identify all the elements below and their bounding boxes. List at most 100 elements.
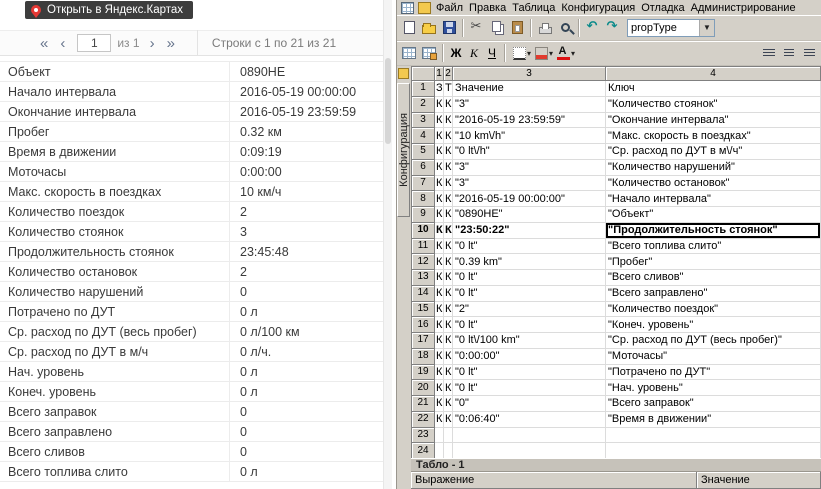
grid-cell[interactable]: К	[444, 317, 453, 333]
grid-cell[interactable]: К	[435, 112, 444, 129]
grid-row[interactable]: 15 К К "2" "Количество поездок"	[412, 301, 821, 318]
grid-cell[interactable]: "Продолжительность стоянок"	[606, 222, 821, 239]
grid-cell[interactable]: К	[435, 207, 444, 223]
grid-cell[interactable]: К	[444, 144, 453, 160]
grid-row[interactable]: 23	[412, 427, 821, 444]
report-row[interactable]: Окончание интервала 2016-05-19 23:59:59	[0, 102, 383, 122]
column-header[interactable]: 1	[435, 67, 444, 81]
tablo-column-expression[interactable]: Выражение	[411, 472, 697, 489]
open-in-yandex-maps-button[interactable]: Открыть в Яндекс.Картах	[25, 1, 194, 19]
underline-button[interactable]: Ч	[483, 43, 501, 63]
grid-row[interactable]: 6 К К "3" "Количество нарушений"	[412, 159, 821, 176]
print-button[interactable]	[535, 18, 555, 38]
report-row[interactable]: Нач. уровень 0 л	[0, 362, 383, 382]
grid-cell[interactable]: "Количество нарушений"	[606, 159, 821, 176]
grid-row[interactable]: 22 К К "0:06:40" "Время в движении"	[412, 411, 821, 428]
grid-cell[interactable]: "0 lt"	[453, 270, 606, 286]
grid-row[interactable]: 2 К К "3" "Количество стоянок"	[412, 96, 821, 113]
bold-button[interactable]: Ж	[447, 43, 465, 63]
grid-cell[interactable]: "Потрачено по ДУТ"	[606, 364, 821, 381]
grid-cell[interactable]: "0"	[453, 396, 606, 412]
grid-cell[interactable]: "Всего заправлено"	[606, 285, 821, 302]
report-row[interactable]: Макс. скорость в поездках 10 км/ч	[0, 182, 383, 202]
row-number[interactable]: 10	[412, 222, 435, 239]
row-number[interactable]: 23	[412, 427, 435, 444]
grid-cell[interactable]: К	[444, 380, 453, 396]
grid-row[interactable]: 12 К К "0.39 km" "Пробег"	[412, 254, 821, 270]
menu-item[interactable]: Администрирование	[688, 2, 799, 14]
column-header[interactable]: 3	[453, 67, 606, 81]
grid-cell[interactable]: "0 lt"	[453, 364, 606, 381]
borders-button[interactable]	[509, 43, 529, 63]
grid-cell[interactable]: "Начало интервала"	[606, 191, 821, 207]
grid-cell[interactable]: "Количество стоянок"	[606, 96, 821, 113]
report-row[interactable]: Объект 0890НЕ	[0, 62, 383, 82]
report-row[interactable]: Всего заправок 0	[0, 402, 383, 422]
grid-cell[interactable]: К	[435, 364, 444, 381]
grid-cell[interactable]: "0 lt"	[453, 380, 606, 396]
scrollbar-thumb[interactable]	[385, 58, 391, 144]
row-number[interactable]: 21	[412, 396, 435, 412]
grid-cell[interactable]	[435, 427, 444, 444]
grid-cell[interactable]: К	[435, 191, 444, 207]
grid-row[interactable]: 16 К К "0 lt" "Конеч. уровень"	[412, 317, 821, 333]
grid-row[interactable]: 7 К К "3" "Количество остановок"	[412, 175, 821, 192]
grid-cell[interactable]: К	[435, 285, 444, 302]
grid-cell[interactable]: Т	[444, 81, 453, 97]
column-header[interactable]: 4	[606, 67, 821, 81]
row-number[interactable]: 5	[412, 144, 435, 160]
table-edit-button[interactable]	[419, 43, 439, 63]
row-number[interactable]: 11	[412, 238, 435, 255]
grid-cell[interactable]: К	[444, 175, 453, 192]
last-page-button[interactable]: »	[161, 36, 181, 51]
grid-cell[interactable]: "0:06:40"	[453, 411, 606, 428]
grid-cell[interactable]: К	[444, 128, 453, 144]
grid-row[interactable]: 20 К К "0 lt" "Нач. уровень"	[412, 380, 821, 396]
vertical-scrollbar[interactable]	[383, 0, 392, 489]
grid-cell[interactable]: "0 lt\/h"	[453, 144, 606, 160]
row-number[interactable]: 16	[412, 317, 435, 333]
grid-cell[interactable]: "10 km\/h"	[453, 128, 606, 144]
grid-cell[interactable]: "Макс. скорость в поездках"	[606, 128, 821, 144]
grid-cell[interactable]: "Всего топлива слито"	[606, 238, 821, 255]
row-number[interactable]: 19	[412, 364, 435, 381]
row-number[interactable]: 17	[412, 333, 435, 349]
grid-cell[interactable]: З	[435, 81, 444, 97]
menu-item[interactable]: Файл	[433, 2, 466, 14]
grid-row[interactable]: 10 К К "23:50:22" "Продолжительность стоянок…	[412, 222, 821, 239]
column-header[interactable]: 2	[444, 67, 453, 81]
report-row[interactable]: Количество стоянок 3	[0, 222, 383, 242]
grid-cell[interactable]: "3"	[453, 175, 606, 192]
new-document-button[interactable]	[399, 18, 419, 38]
align-right-button[interactable]	[799, 43, 819, 63]
grid-cell[interactable]: К	[444, 207, 453, 223]
page-number-input[interactable]	[77, 34, 112, 52]
grid-cell[interactable]: "Пробег"	[606, 254, 821, 270]
italic-button[interactable]: К	[465, 43, 483, 63]
redo-button[interactable]	[603, 18, 623, 38]
grid-cell[interactable]: К	[435, 270, 444, 286]
grid-cell[interactable]: К	[435, 348, 444, 365]
report-row[interactable]: Количество поездок 2	[0, 202, 383, 222]
grid-cell[interactable]: К	[444, 364, 453, 381]
row-number[interactable]: 15	[412, 301, 435, 318]
report-row[interactable]: Время в движении 0:09:19	[0, 142, 383, 162]
grid-cell[interactable]: К	[444, 96, 453, 113]
report-row[interactable]: Ср. расход по ДУТ в м/ч 0 л/ч.	[0, 342, 383, 362]
table-grid-button[interactable]	[399, 43, 419, 63]
row-number[interactable]: 20	[412, 380, 435, 396]
grid-cell[interactable]: К	[435, 411, 444, 428]
save-button[interactable]	[439, 18, 459, 38]
grid-cell[interactable]: "Ср. расход по ДУТ в м\/ч"	[606, 144, 821, 160]
report-row[interactable]: Конеч. уровень 0 л	[0, 382, 383, 402]
grid-cell[interactable]: К	[435, 254, 444, 270]
grid-cell[interactable]: К	[435, 301, 444, 318]
row-number[interactable]: 7	[412, 175, 435, 192]
copy-button[interactable]	[487, 18, 507, 38]
grid-row[interactable]: 5 К К "0 lt\/h" "Ср. расход по ДУТ в м\/ч"	[412, 144, 821, 160]
cut-button[interactable]	[467, 18, 487, 38]
grid-cell[interactable]: "0:00:00"	[453, 348, 606, 365]
grid-cell[interactable]: К	[444, 270, 453, 286]
grid-cell[interactable]: К	[444, 301, 453, 318]
grid-cell[interactable]: К	[435, 128, 444, 144]
